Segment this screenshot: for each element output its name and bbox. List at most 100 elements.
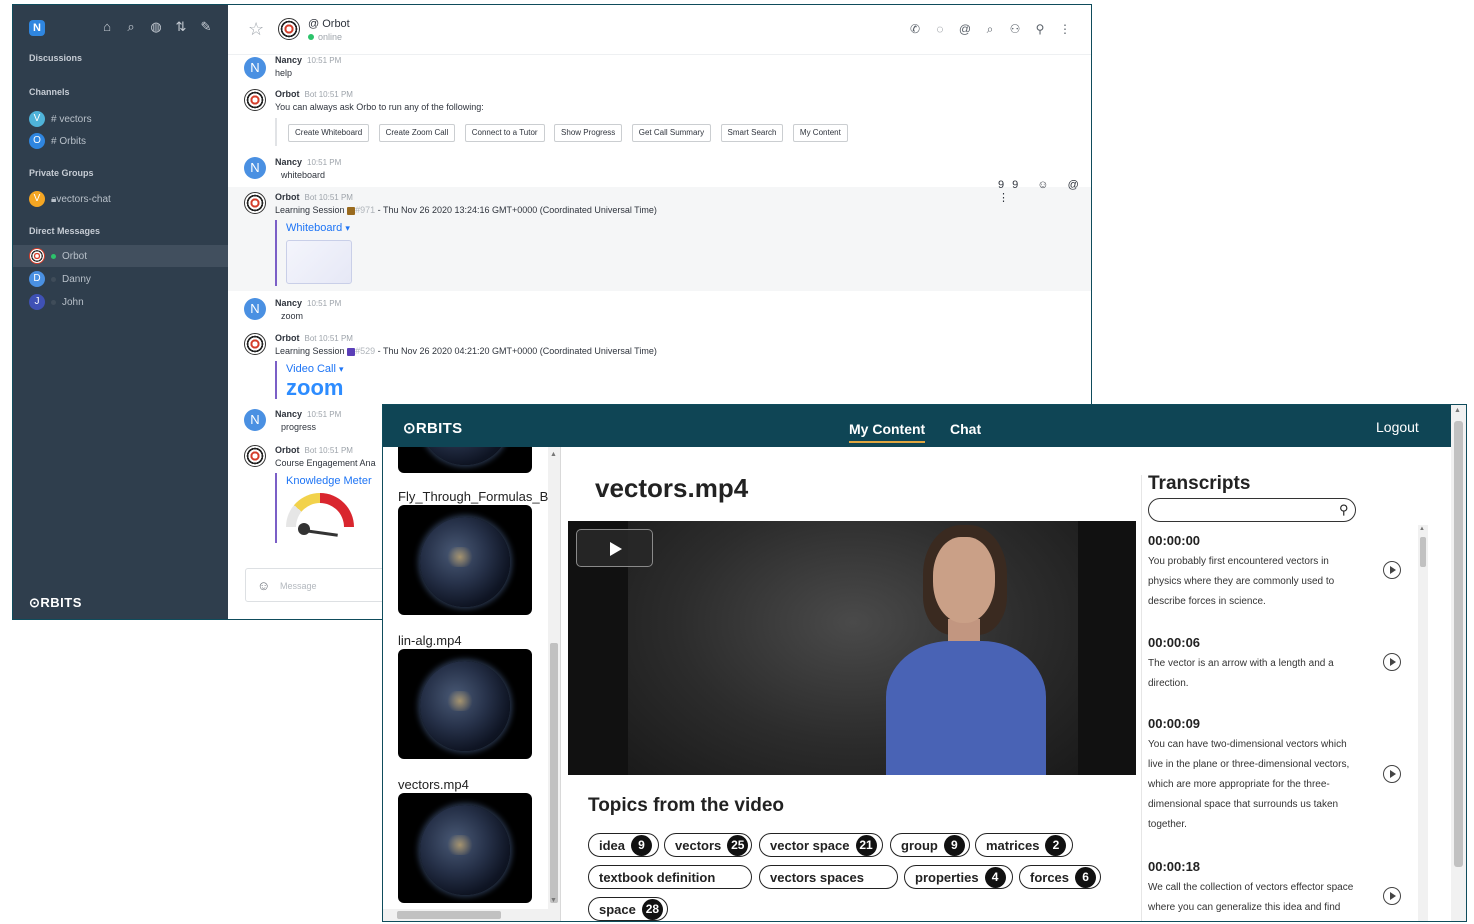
- transcript-timestamp[interactable]: 00:00:09: [1148, 716, 1200, 731]
- topic-chip-idea[interactable]: idea 9: [588, 833, 659, 857]
- attachment-title[interactable]: Knowledge Meter: [286, 475, 372, 487]
- orbot-avatar: [244, 89, 266, 111]
- scroll-up-icon[interactable]: ▲: [1419, 526, 1425, 532]
- connect-tutor-button[interactable]: Connect to a Tutor: [464, 124, 545, 142]
- file-thumbnail[interactable]: [398, 793, 532, 903]
- transcript-scrollbar[interactable]: ▲: [1418, 525, 1428, 921]
- file-list-scrollbar[interactable]: ▲ ▼: [548, 447, 560, 921]
- sidebar-item-vectors-chat[interactable]: V 🔒︎ vectors-chat: [13, 188, 228, 210]
- transcript-timestamp[interactable]: 00:00:00: [1148, 533, 1200, 548]
- sidebar-groups-title: Private Groups: [29, 168, 94, 178]
- create-new-icon[interactable]: ✎: [198, 19, 214, 35]
- orbits-logo[interactable]: ⊙RBITS: [403, 419, 462, 437]
- panel-divider: [1141, 475, 1142, 921]
- sidebar-item-orbits[interactable]: O # Orbits: [13, 130, 228, 152]
- topic-chip-vectors[interactable]: vectors 25: [664, 833, 752, 857]
- file-thumbnail[interactable]: [398, 505, 532, 615]
- user-info-icon[interactable]: ⚇: [1007, 21, 1023, 37]
- tab-chat[interactable]: Chat: [950, 421, 981, 437]
- home-icon[interactable]: ⌂: [99, 19, 115, 35]
- sidebar-item-label: vectors: [59, 113, 92, 125]
- tab-my-content[interactable]: My Content: [849, 421, 926, 443]
- play-segment-icon[interactable]: [1383, 887, 1401, 905]
- knowledge-gauge[interactable]: [286, 493, 354, 541]
- sidebar-item-orbot[interactable]: Orbot: [13, 245, 228, 267]
- file-name[interactable]: Fly_Through_Formulas_Bl: [398, 489, 548, 504]
- sidebar-item-john[interactable]: J John: [13, 291, 228, 313]
- message-author[interactable]: Orbot Bot 10:51 PM: [275, 333, 353, 343]
- topic-chip-textbook-definition[interactable]: textbook definition: [588, 865, 752, 889]
- message-author[interactable]: Orbot Bot 10:51 PM: [275, 192, 353, 202]
- transcript-text: You can have two-dimensional vectors whi…: [1148, 739, 1350, 830]
- transcript-timestamp[interactable]: 00:00:18: [1148, 859, 1200, 874]
- scroll-up-icon[interactable]: ▲: [550, 451, 557, 458]
- play-segment-icon[interactable]: [1383, 561, 1401, 579]
- sidebar-discussions[interactable]: Discussions: [29, 53, 82, 63]
- attachment-title[interactable]: Video Call ▾: [286, 363, 344, 375]
- search-icon[interactable]: ⚲: [1339, 502, 1349, 518]
- mentions-icon[interactable]: @: [957, 21, 973, 37]
- file-list-hscrollbar[interactable]: [383, 909, 548, 921]
- scrollbar-thumb[interactable]: [1420, 537, 1426, 567]
- directory-icon[interactable]: ◍: [148, 19, 164, 35]
- zoom-logo[interactable]: zoom: [286, 375, 343, 401]
- message-author[interactable]: Orbot Bot 10:51 PM: [275, 89, 353, 99]
- discussion-icon[interactable]: ◌: [932, 21, 948, 37]
- sidebar-item-vectors[interactable]: V # vectors: [13, 108, 228, 130]
- earth-image: [420, 517, 510, 607]
- file-thumbnail[interactable]: [398, 447, 532, 473]
- sort-icon[interactable]: ⇅: [173, 19, 189, 35]
- play-segment-icon[interactable]: [1383, 653, 1401, 671]
- scrollbar-thumb[interactable]: [397, 911, 501, 919]
- session-tag[interactable]: #971: [355, 205, 375, 215]
- topic-chip-properties[interactable]: properties 4: [904, 865, 1013, 889]
- attachment-icon[interactable]: ⚲: [1032, 21, 1048, 37]
- message-actions[interactable]: 99 ☺ @ ⋮: [998, 179, 1091, 204]
- file-name[interactable]: vectors.mp4: [398, 777, 469, 792]
- message-author[interactable]: Nancy 10:51 PM: [275, 298, 341, 308]
- earth-image: [420, 447, 510, 465]
- create-whiteboard-button[interactable]: Create Whiteboard: [288, 124, 370, 142]
- scrollbar-thumb[interactable]: [1454, 421, 1463, 867]
- emoji-icon[interactable]: ☺: [257, 578, 270, 593]
- scroll-down-icon[interactable]: ▼: [550, 897, 557, 904]
- message-author[interactable]: Orbot Bot 10:51 PM: [275, 445, 353, 455]
- sidebar-item-danny[interactable]: D Danny: [13, 268, 228, 290]
- window-scrollbar[interactable]: ▲: [1451, 405, 1466, 921]
- topic-chip-vectors-spaces[interactable]: vectors spaces: [759, 865, 898, 889]
- topic-chip-forces[interactable]: forces 6: [1019, 865, 1101, 889]
- offline-status-dot: [51, 276, 56, 282]
- message-author[interactable]: Nancy 10:51 PM: [275, 55, 341, 65]
- play-button[interactable]: [576, 529, 653, 567]
- create-zoom-call-button[interactable]: Create Zoom Call: [378, 124, 456, 142]
- session-tag[interactable]: #529: [355, 346, 375, 356]
- topic-chip-space[interactable]: space 28: [588, 897, 668, 921]
- file-thumbnail[interactable]: [398, 649, 532, 759]
- play-segment-icon[interactable]: [1383, 765, 1401, 783]
- transcript-timestamp[interactable]: 00:00:06: [1148, 635, 1200, 650]
- smart-search-button[interactable]: Smart Search: [720, 124, 784, 142]
- topic-chip-matrices[interactable]: matrices 2: [975, 833, 1073, 857]
- get-call-summary-button[interactable]: Get Call Summary: [631, 124, 712, 142]
- star-icon[interactable]: ☆: [248, 19, 264, 40]
- topic-chip-group[interactable]: group 9: [890, 833, 970, 857]
- scrollbar-thumb[interactable]: [550, 643, 558, 903]
- phone-icon[interactable]: ✆: [907, 21, 923, 37]
- show-progress-button[interactable]: Show Progress: [554, 124, 623, 142]
- search-icon[interactable]: ⌕: [982, 21, 998, 37]
- transcript-search-input[interactable]: [1148, 498, 1356, 522]
- user-avatar[interactable]: N: [29, 20, 45, 36]
- file-name[interactable]: lin-alg.mp4: [398, 633, 462, 648]
- my-content-button[interactable]: My Content: [792, 124, 848, 142]
- whiteboard-thumbnail[interactable]: [286, 240, 352, 284]
- kebab-menu-icon[interactable]: ⋮: [1057, 21, 1073, 37]
- scroll-up-icon[interactable]: ▲: [1454, 407, 1461, 414]
- message-author[interactable]: Nancy 10:51 PM: [275, 157, 341, 167]
- attachment-title[interactable]: Whiteboard ▾: [286, 222, 350, 234]
- message-composer[interactable]: ☺ Message: [245, 568, 390, 602]
- message-author[interactable]: Nancy 10:51 PM: [275, 409, 341, 419]
- logout-button[interactable]: Logout: [1376, 419, 1419, 435]
- video-player[interactable]: [568, 521, 1136, 775]
- topic-chip-vector-space[interactable]: vector space 21: [759, 833, 883, 857]
- search-icon[interactable]: ⌕: [123, 19, 139, 35]
